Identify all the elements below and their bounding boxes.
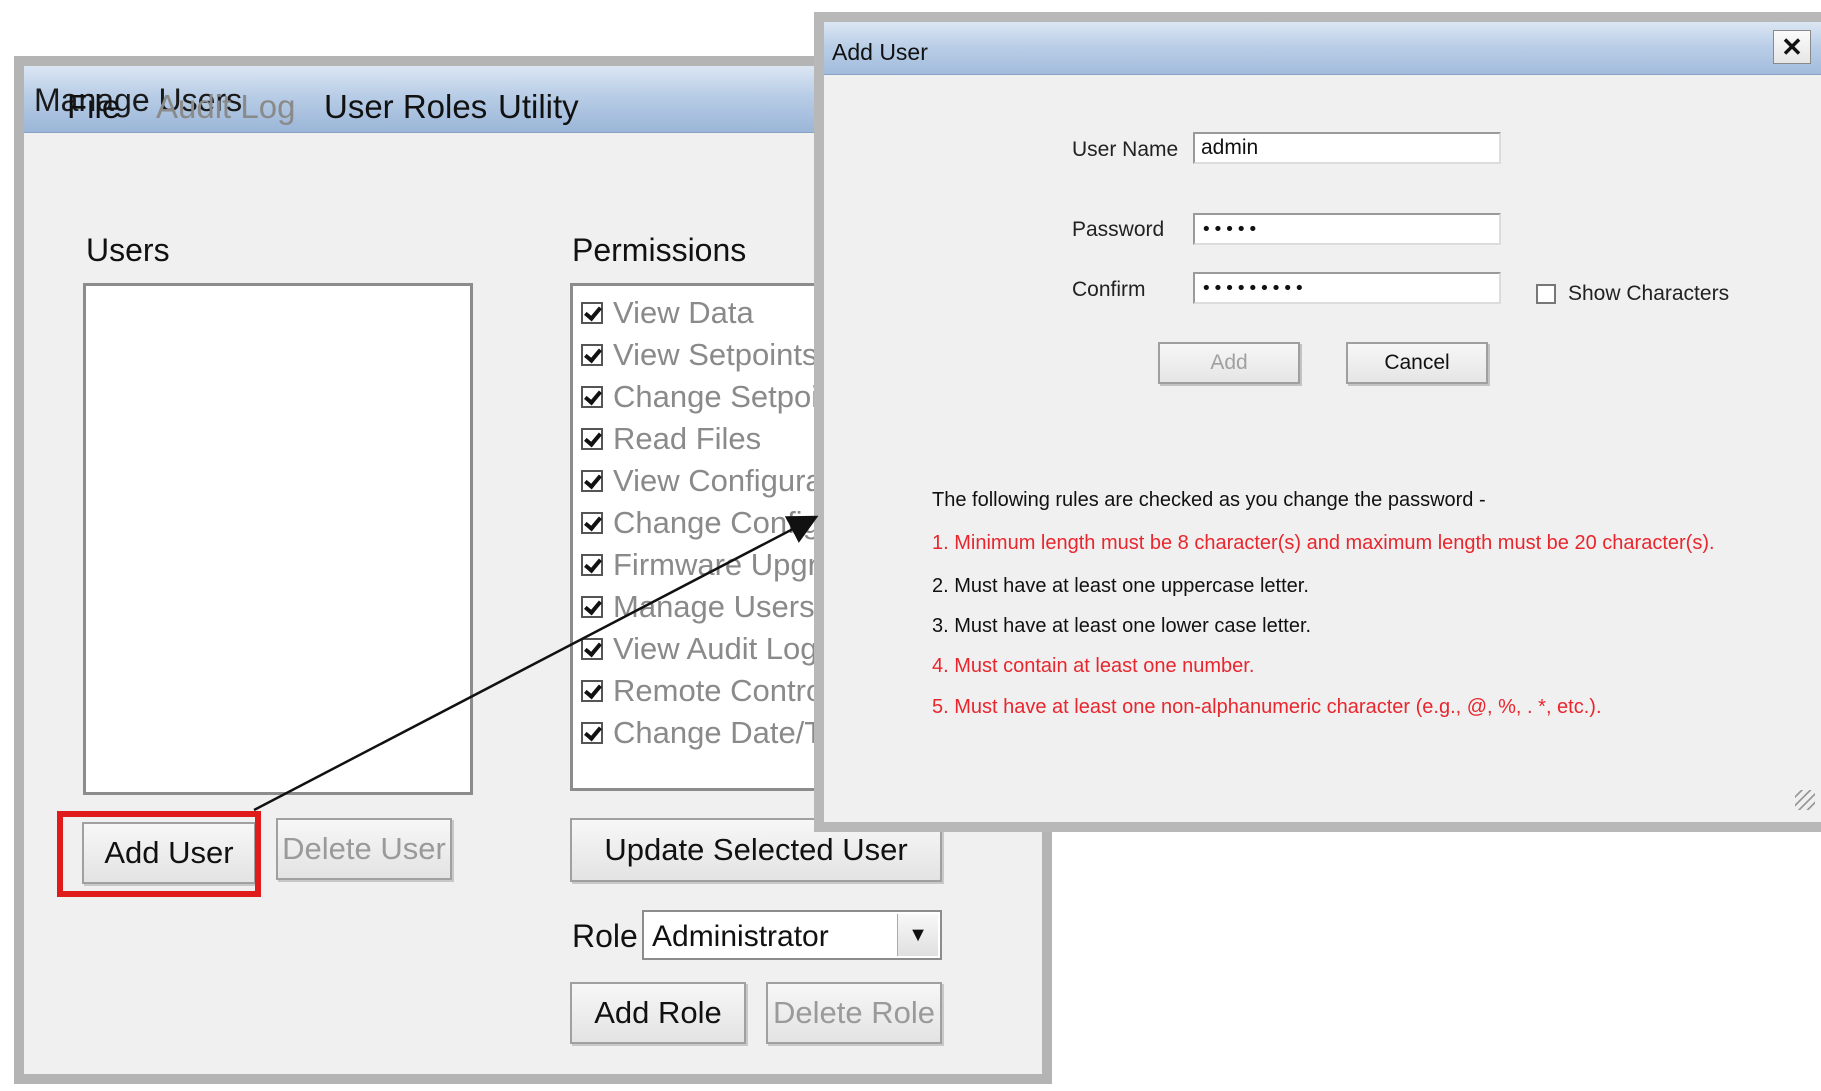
cancel-button[interactable]: Cancel	[1346, 342, 1488, 384]
delete-role-button[interactable]: Delete Role	[766, 982, 942, 1044]
permission-item[interactable]: View Data	[581, 294, 830, 332]
permission-label: Change Setpoints	[613, 379, 830, 414]
checkbox-icon[interactable]	[581, 638, 603, 660]
add-role-button[interactable]: Add Role	[570, 982, 746, 1044]
permission-label: Manage Users	[613, 589, 815, 624]
checkbox-icon[interactable]	[581, 512, 603, 534]
checkbox-icon[interactable]	[581, 302, 603, 324]
checkbox-icon[interactable]	[581, 470, 603, 492]
checkbox-icon[interactable]	[581, 344, 603, 366]
add-button[interactable]: Add	[1158, 342, 1300, 384]
password-label: Password	[1072, 218, 1165, 241]
permission-item[interactable]: View Audit Log	[581, 630, 830, 668]
confirm-input[interactable]	[1193, 272, 1501, 304]
show-characters-label: Show Characters	[1568, 282, 1730, 305]
permission-label: View Setpoints	[613, 337, 818, 372]
permission-item[interactable]: Remote Control	[581, 672, 830, 710]
permission-label: View Audit Log	[613, 631, 818, 666]
permission-label: Change Configuration	[613, 505, 830, 540]
role-select[interactable]: Administrator ▼	[642, 910, 942, 960]
checkbox-icon[interactable]	[581, 596, 603, 618]
menu-user-roles[interactable]: User Roles	[324, 88, 487, 126]
permission-label: Change Date/Time	[613, 715, 830, 750]
checkbox-icon[interactable]	[581, 554, 603, 576]
rule-item: 3. Must have at least one lower case let…	[932, 615, 1312, 637]
delete-user-button[interactable]: Delete User	[276, 818, 452, 880]
rule-item: 4. Must contain at least one number.	[932, 655, 1255, 677]
menu-file[interactable]: File	[67, 88, 120, 126]
password-input[interactable]	[1193, 213, 1501, 245]
show-characters-toggle[interactable]: Show Characters	[1536, 282, 1729, 306]
permission-label: Remote Control	[613, 673, 830, 708]
user-name-label: User Name	[1072, 138, 1179, 161]
rules-header: The following rules are checked as you c…	[932, 489, 1486, 511]
add-user-title-bar[interactable]: Add User	[824, 22, 1821, 75]
permissions-list[interactable]: View Data View Setpoints Change Setpoint…	[570, 283, 830, 791]
permission-item[interactable]: Change Configuration	[581, 504, 830, 542]
permission-item[interactable]: Change Date/Time	[581, 714, 830, 752]
checkbox-icon[interactable]	[581, 680, 603, 702]
checkbox-icon[interactable]	[581, 428, 603, 450]
rule-item: 1. Minimum length must be 8 character(s)…	[932, 532, 1715, 554]
permission-item[interactable]: View Setpoints	[581, 336, 830, 374]
permission-label: View Data	[613, 295, 754, 330]
rule-item: 5. Must have at least one non-alphanumer…	[932, 696, 1602, 718]
checkbox-icon[interactable]	[1536, 284, 1556, 304]
permission-item[interactable]: Manage Users	[581, 588, 830, 626]
checkbox-icon[interactable]	[581, 386, 603, 408]
menu-audit-log[interactable]: Audit Log	[156, 88, 295, 126]
checkbox-icon[interactable]	[581, 722, 603, 744]
permission-item[interactable]: Read Files	[581, 420, 830, 458]
permission-item[interactable]: Firmware Upgrade	[581, 546, 830, 584]
role-value: Administrator	[652, 920, 829, 953]
add-user-highlight	[57, 811, 261, 897]
add-user-title: Add User	[832, 39, 928, 65]
permission-label: View Configuration	[613, 463, 830, 498]
menu-utility[interactable]: Utility	[498, 88, 579, 126]
rule-item: 2. Must have at least one uppercase lett…	[932, 575, 1309, 597]
users-list[interactable]	[83, 283, 473, 795]
permission-label: Firmware Upgrade	[613, 547, 830, 582]
permission-item[interactable]: Change Setpoints	[581, 378, 830, 416]
permission-item[interactable]: View Configuration	[581, 462, 830, 500]
role-label: Role	[572, 918, 638, 954]
chevron-down-icon[interactable]: ▼	[897, 914, 938, 956]
close-icon[interactable]: ✕	[1773, 30, 1811, 64]
permission-label: Read Files	[613, 421, 762, 456]
users-label: Users	[86, 232, 170, 268]
resize-grip-icon[interactable]	[1795, 790, 1815, 810]
confirm-label: Confirm	[1072, 278, 1146, 301]
permissions-label: Permissions	[572, 232, 747, 268]
user-name-input[interactable]	[1193, 132, 1501, 164]
